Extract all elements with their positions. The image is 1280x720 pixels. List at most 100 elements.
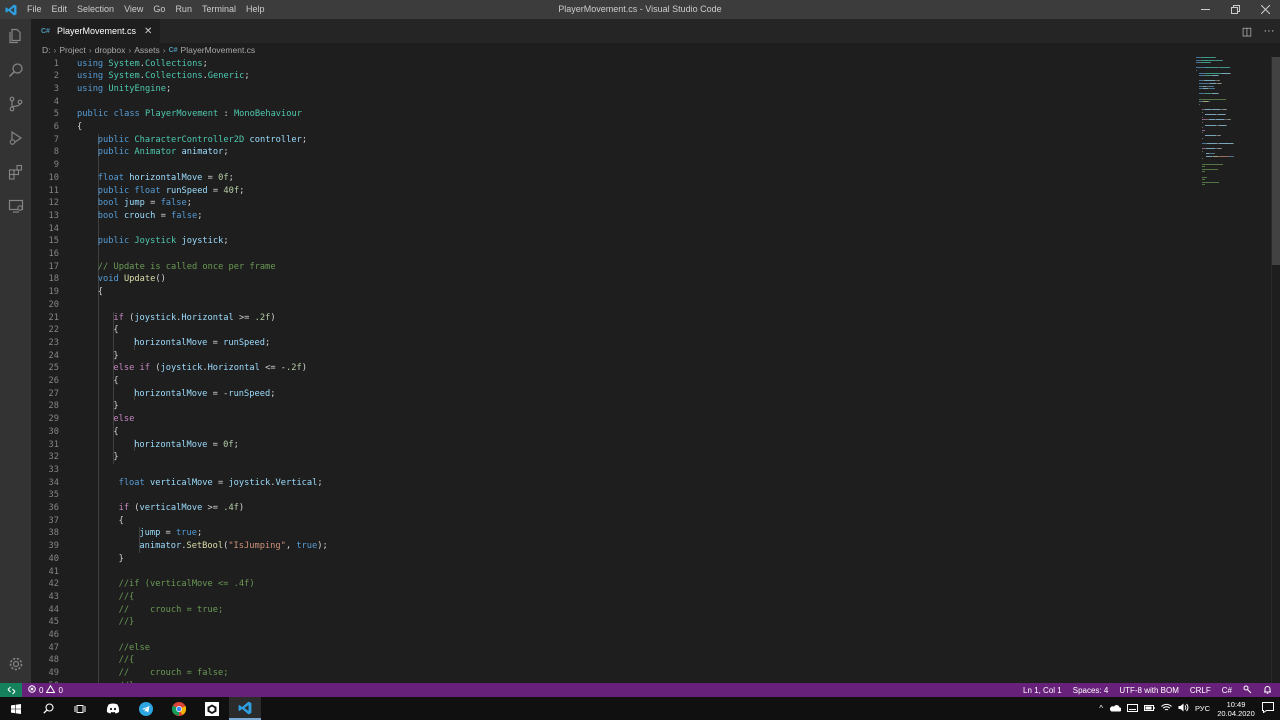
code-line[interactable]: 43 //{	[31, 591, 1181, 604]
code-line[interactable]: 38 jump = true;	[31, 527, 1181, 540]
menu-selection[interactable]: Selection	[72, 0, 119, 19]
code-line[interactable]: 26 {	[31, 375, 1181, 388]
breadcrumb-item[interactable]: dropbox	[95, 45, 126, 55]
code-line[interactable]: 34 float verticalMove = joystick.Vertical…	[31, 477, 1181, 490]
code-line[interactable]: 44 // crouch = true;	[31, 604, 1181, 617]
code-line[interactable]: 30 {	[31, 426, 1181, 439]
tab-player-movement[interactable]: C# PlayerMovement.cs ✕	[31, 19, 162, 43]
feedback-icon[interactable]	[1243, 685, 1252, 696]
menu-go[interactable]: Go	[148, 0, 170, 19]
cursor-position[interactable]: Ln 1, Col 1	[1023, 686, 1062, 695]
code-line[interactable]: 47 //else	[31, 642, 1181, 655]
menu-edit[interactable]: Edit	[47, 0, 73, 19]
code-line[interactable]: 31 horizontalMove = 0f;	[31, 439, 1181, 452]
search-icon[interactable]	[0, 53, 31, 87]
code-line[interactable]: 13 bool crouch = false;	[31, 210, 1181, 223]
breadcrumb-item[interactable]: D:	[42, 45, 51, 55]
menu-view[interactable]: View	[119, 0, 148, 19]
code-line[interactable]: 9	[31, 159, 1181, 172]
code-line[interactable]: 19 {	[31, 286, 1181, 299]
search-icon[interactable]	[32, 697, 64, 720]
explorer-icon[interactable]	[0, 19, 31, 53]
more-actions-icon[interactable]: ···	[1258, 25, 1280, 37]
minimap[interactable]	[1196, 57, 1256, 197]
code-line[interactable]: 33	[31, 464, 1181, 477]
code-line[interactable]: 45 //}	[31, 616, 1181, 629]
code-line[interactable]: 29 else	[31, 413, 1181, 426]
notifications-bell-icon[interactable]	[1263, 685, 1272, 696]
remote-explorer-icon[interactable]	[0, 189, 31, 223]
code-line[interactable]: 42 //if (verticalMove <= .4f)	[31, 578, 1181, 591]
vertical-scrollbar[interactable]	[1271, 57, 1280, 683]
vscode-icon[interactable]	[229, 697, 261, 720]
code-line[interactable]: 22 {	[31, 324, 1181, 337]
close-window-button[interactable]	[1250, 0, 1280, 19]
code-line[interactable]: 5 public class PlayerMovement : MonoBehav…	[31, 108, 1181, 121]
code-line[interactable]: 4	[31, 96, 1181, 109]
code-line[interactable]: 25 else if (joystick.Horizontal <= -.2f)	[31, 362, 1181, 375]
input-language[interactable]: РУС	[1195, 704, 1210, 713]
run-debug-icon[interactable]	[0, 121, 31, 155]
code-line[interactable]: 37 {	[31, 515, 1181, 528]
code-line[interactable]: 21 if (joystick.Horizontal >= .2f)	[31, 312, 1181, 325]
code-line[interactable]: 46	[31, 629, 1181, 642]
code-line[interactable]: 3 using UnityEngine;	[31, 83, 1181, 96]
code-line[interactable]: 48 //{	[31, 654, 1181, 667]
breadcrumb-item[interactable]: Assets	[134, 45, 160, 55]
keyboard-tray-icon[interactable]	[1126, 703, 1138, 714]
breadcrumb-item[interactable]: Project	[59, 45, 85, 55]
code-line[interactable]: 32}	[31, 451, 1181, 464]
code-line[interactable]: 18 void Update()	[31, 273, 1181, 286]
code-line[interactable]: 23 horizontalMove = runSpeed;	[31, 337, 1181, 350]
task-view-icon[interactable]	[64, 697, 96, 720]
unity-icon[interactable]	[196, 697, 228, 720]
menu-file[interactable]: File	[22, 0, 47, 19]
menu-run[interactable]: Run	[170, 0, 197, 19]
code-line[interactable]: 2 using System.Collections.Generic;	[31, 70, 1181, 83]
chrome-icon[interactable]	[163, 697, 195, 720]
end-of-line[interactable]: CRLF	[1190, 686, 1211, 695]
code-line[interactable]: 15 public Joystick joystick;	[31, 235, 1181, 248]
scrollbar-thumb[interactable]	[1272, 57, 1280, 265]
code-line[interactable]: 11 public float runSpeed = 40f;	[31, 185, 1181, 198]
source-control-icon[interactable]	[0, 87, 31, 121]
code-line[interactable]: 39 animator.SetBool("IsJumping", true);	[31, 540, 1181, 553]
code-line[interactable]: 35	[31, 489, 1181, 502]
code-line[interactable]: 7 public CharacterController2D controller…	[31, 134, 1181, 147]
code-line[interactable]: 10 float horizontalMove = 0f;	[31, 172, 1181, 185]
code-line[interactable]: 12 bool jump = false;	[31, 197, 1181, 210]
code-line[interactable]: 20	[31, 299, 1181, 312]
telegram-icon[interactable]	[130, 697, 162, 720]
action-center-icon[interactable]	[1262, 702, 1274, 715]
code-editor[interactable]: 1 using System.Collections; 2 using System.…	[31, 57, 1271, 683]
language-mode[interactable]: C#	[1222, 686, 1232, 695]
code-line[interactable]: 27 horizontalMove = -runSpeed;	[31, 388, 1181, 401]
code-line[interactable]: 49 // crouch = false;	[31, 667, 1181, 680]
indentation[interactable]: Spaces: 4	[1073, 686, 1109, 695]
extensions-icon[interactable]	[0, 155, 31, 189]
code-line[interactable]: 17 // Update is called once per frame	[31, 261, 1181, 274]
onedrive-cloud-icon[interactable]	[1109, 704, 1122, 714]
clock[interactable]: 10:49 20.04.2020	[1216, 700, 1256, 718]
settings-gear-icon[interactable]	[0, 647, 31, 681]
close-icon[interactable]: ✕	[144, 26, 152, 37]
wifi-icon[interactable]	[1161, 703, 1172, 714]
menu-terminal[interactable]: Terminal	[197, 0, 241, 19]
split-editor-icon[interactable]: ◫	[1236, 25, 1258, 38]
code-line[interactable]: 16	[31, 248, 1181, 261]
code-line[interactable]: 41	[31, 566, 1181, 579]
code-line[interactable]: 28}	[31, 400, 1181, 413]
code-line[interactable]: 40}	[31, 553, 1181, 566]
code-line[interactable]: 14	[31, 223, 1181, 236]
restore-button[interactable]	[1220, 0, 1250, 19]
breadcrumb-item[interactable]: PlayerMovement.cs	[181, 45, 256, 55]
show-hidden-icons-icon[interactable]: ^	[1099, 704, 1103, 713]
encoding[interactable]: UTF-8 with BOM	[1119, 686, 1179, 695]
discord-icon[interactable]	[97, 697, 129, 720]
volume-icon[interactable]	[1178, 703, 1189, 714]
code-line[interactable]: 36 if (verticalMove >= .4f)	[31, 502, 1181, 515]
code-line[interactable]: 6{	[31, 121, 1181, 134]
menu-help[interactable]: Help	[241, 0, 270, 19]
problems-indicator[interactable]: 0 0	[22, 684, 63, 695]
battery-icon[interactable]	[1143, 704, 1155, 714]
